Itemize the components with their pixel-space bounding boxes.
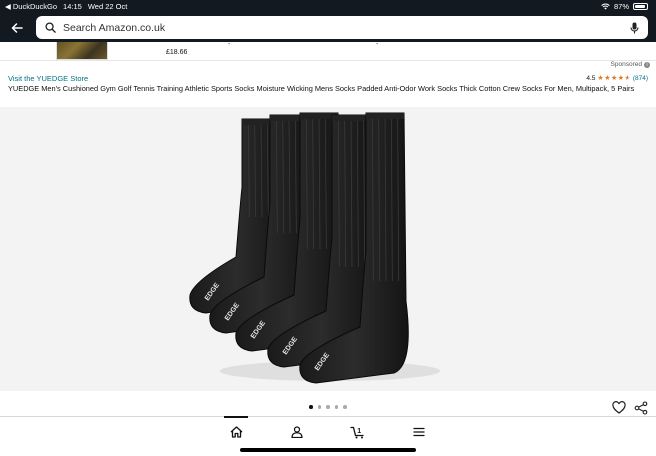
arrow-left-icon (11, 22, 23, 33)
product-title[interactable]: YUEDGE Men's Cushioned Gym Golf Tennis T… (8, 84, 648, 94)
carousel-dot[interactable] (309, 405, 313, 409)
status-bar: ◀ DuckDuckGo 14:15 Wed 22 Oct 87% (0, 0, 656, 13)
rating-value: 4.5 (586, 75, 596, 82)
home-indicator-bar[interactable] (240, 448, 416, 452)
carousel-dot[interactable] (334, 405, 339, 409)
rating-count: (874) (632, 75, 648, 82)
nav-account[interactable] (289, 424, 305, 440)
cart-count: 1 (357, 427, 361, 434)
star-icon: ★ (597, 75, 604, 82)
info-icon: i (644, 61, 650, 68)
cart-icon: 1 (350, 426, 364, 438)
previous-text-fragment: - (228, 42, 231, 48)
nav-home[interactable] (228, 424, 244, 440)
store-link[interactable]: Visit the YUEDGE Store (8, 74, 88, 83)
star-icon: ★ (604, 75, 611, 82)
carousel-dot[interactable] (317, 405, 322, 409)
back-button[interactable] (6, 17, 28, 39)
person-icon (291, 426, 303, 438)
active-tab-indicator (224, 416, 248, 418)
hamburger-menu-icon (413, 427, 425, 437)
rating[interactable]: 4.5 ★ ★ ★ ★ ★ (874) (586, 75, 648, 82)
back-to-app-label[interactable]: ◀ DuckDuckGo (5, 2, 57, 11)
battery-percent: 87% (613, 2, 629, 11)
home-icon (230, 426, 242, 438)
status-date: Wed 22 Oct (87, 2, 128, 11)
star-icon: ★ (617, 75, 625, 82)
previous-text-fragment: - (376, 42, 379, 48)
sponsored-label[interactable]: Sponsored i (611, 61, 650, 68)
search-header (0, 13, 656, 42)
rating-stars: ★ ★ ★ ★ ★ (597, 75, 630, 82)
product-image-carousel[interactable]: EDGE EDGE EDGE EDGE EDGE (0, 107, 656, 391)
sponsored-text: Sponsored (610, 61, 642, 68)
previous-product-thumbnail[interactable] (56, 42, 108, 60)
search-box[interactable] (36, 16, 648, 39)
nav-cart[interactable]: 1 (350, 424, 366, 440)
star-icon: ★ (610, 75, 618, 82)
search-input[interactable] (63, 21, 627, 34)
bottom-navigation: 1 (0, 416, 656, 456)
previous-results-strip: - - £18.66 (0, 42, 656, 61)
heart-icon[interactable] (612, 401, 626, 414)
carousel-dots[interactable] (0, 405, 656, 409)
battery-icon (633, 3, 648, 10)
status-time: 14:15 (63, 2, 82, 11)
product-image: EDGEEDGEEDGEEDGEEDGE (189, 112, 440, 384)
carousel-dot[interactable] (343, 405, 347, 409)
search-icon (43, 21, 57, 35)
carrier-label: DuckDuckGo (12, 2, 58, 11)
wifi-icon (601, 3, 610, 10)
carousel-dot[interactable] (326, 405, 330, 409)
nav-menu[interactable] (411, 424, 427, 440)
share-icon[interactable] (634, 401, 648, 415)
star-icon: ★ (624, 75, 631, 82)
previous-product-price: £18.66 (166, 49, 188, 56)
microphone-icon[interactable] (627, 21, 641, 35)
store-rating-row: Visit the YUEDGE Store 4.5 ★ ★ ★ ★ ★ (874) (8, 74, 648, 83)
